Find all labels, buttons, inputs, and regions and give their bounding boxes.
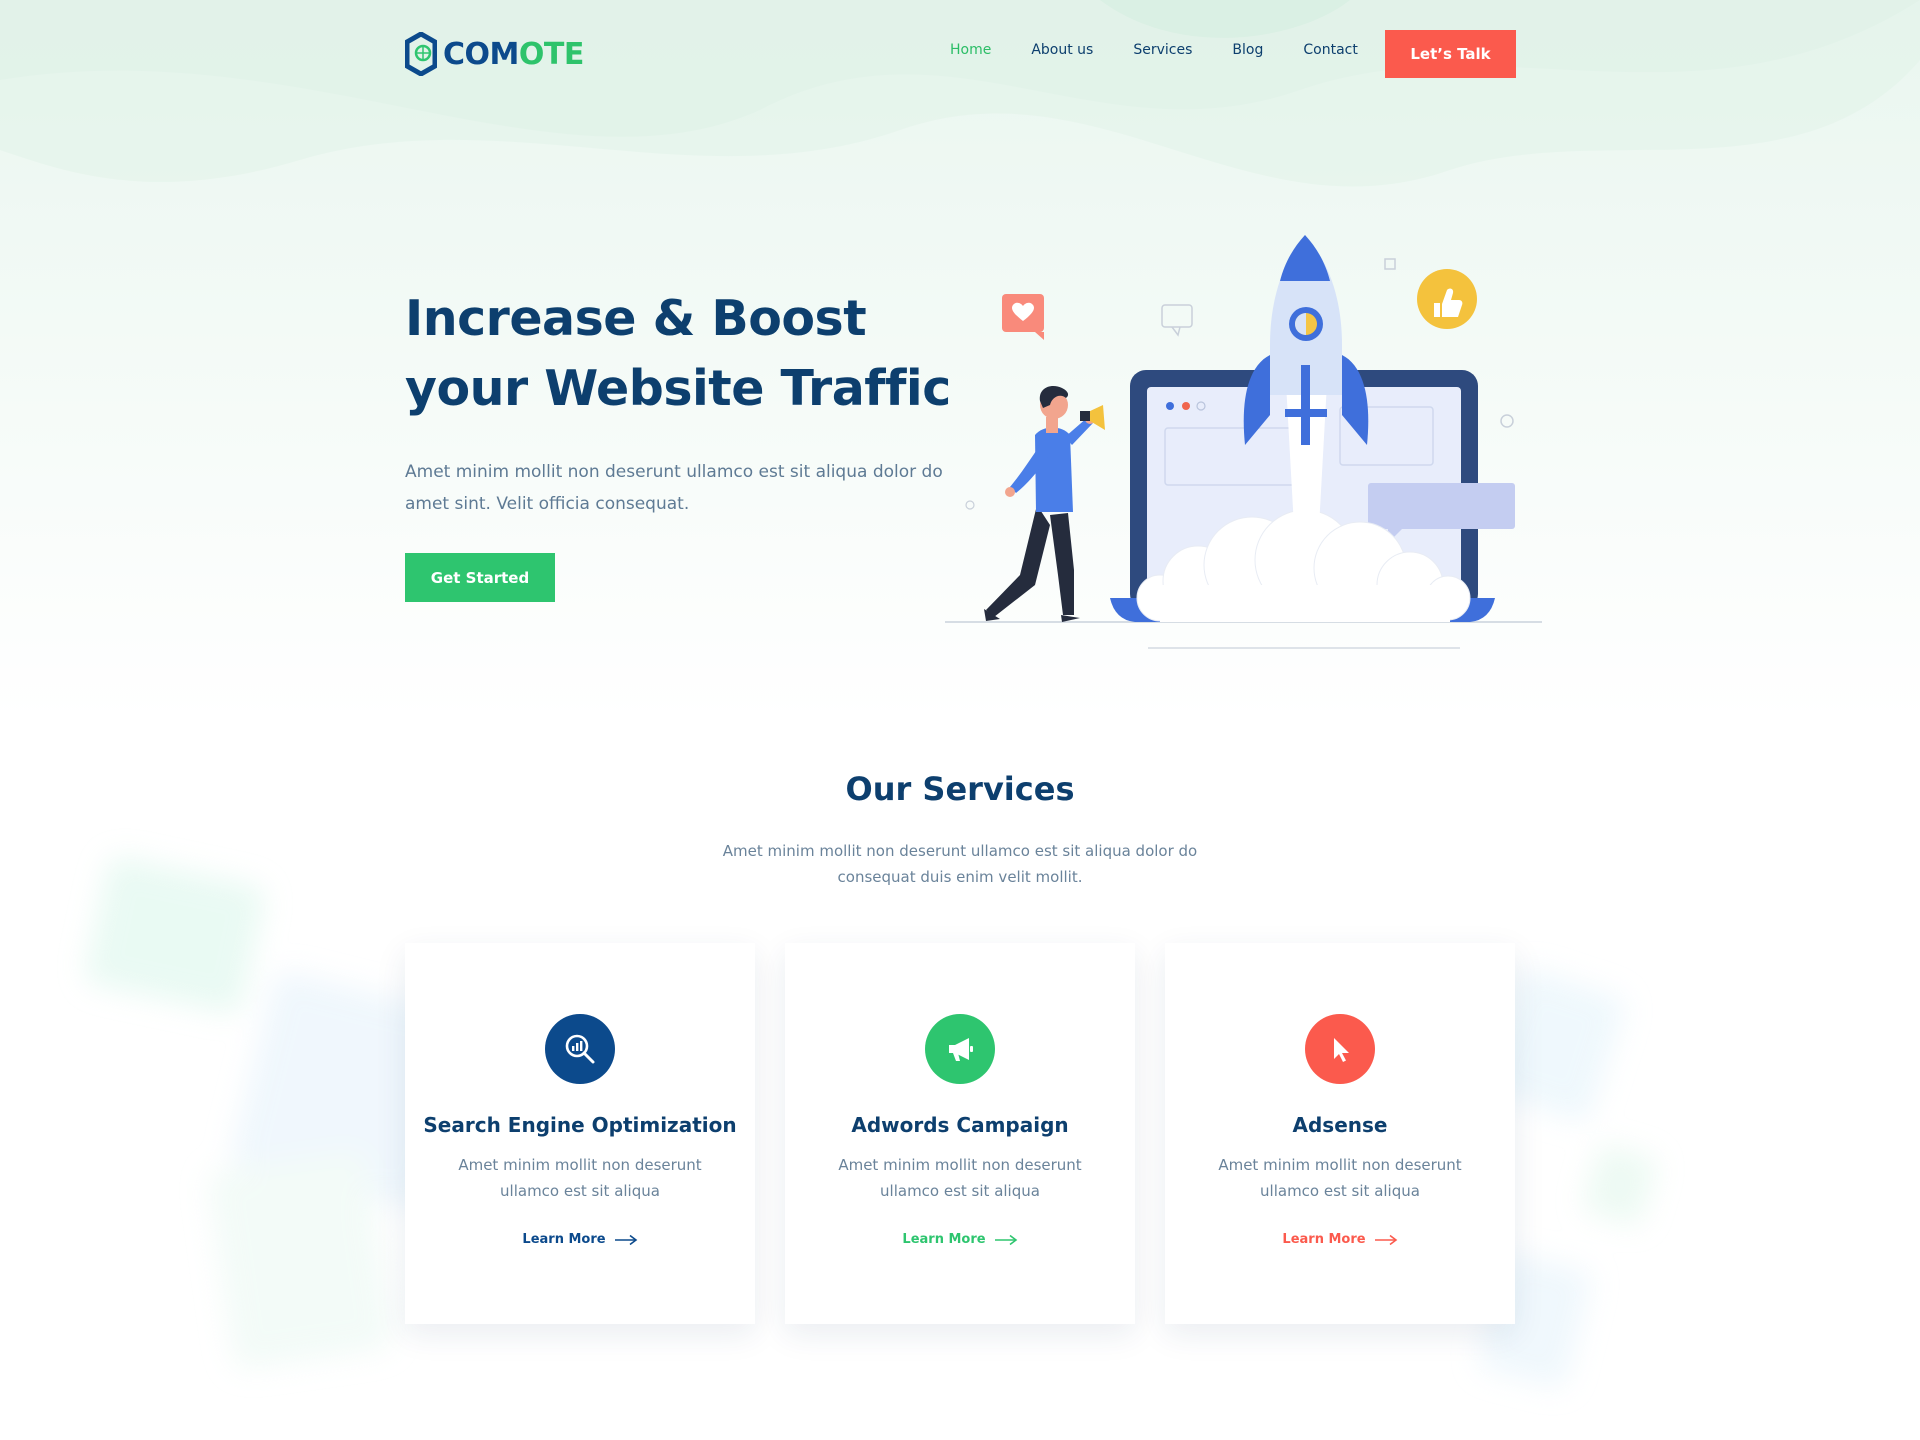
learn-more-link[interactable]: Learn More bbox=[1165, 1232, 1515, 1247]
card-desc-line1: Amet minim mollit non deserunt bbox=[458, 1156, 702, 1174]
arrow-right-icon bbox=[994, 1234, 1017, 1245]
hero-title: Increase & Boost your Website Traffic bbox=[405, 284, 965, 424]
hero-desc-line1: Amet minim mollit non deserunt ullamco e… bbox=[405, 462, 943, 482]
learn-more-link[interactable]: Learn More bbox=[785, 1232, 1135, 1247]
card-title: Adsense bbox=[1292, 1113, 1388, 1137]
hero-description: Amet minim mollit non deserunt ullamco e… bbox=[405, 456, 945, 520]
hero-title-line1: Increase & Boost bbox=[405, 290, 867, 347]
hero-title-line2: your Website Traffic bbox=[405, 360, 951, 417]
card-title: Search Engine Optimization bbox=[423, 1113, 737, 1137]
service-card-seo: Search Engine Optimization Amet minim mo… bbox=[405, 943, 755, 1324]
nav-home[interactable]: Home bbox=[950, 42, 991, 58]
megaphone-icon bbox=[925, 1014, 995, 1084]
services-desc-line1: Amet minim mollit non deserunt ullamco e… bbox=[722, 842, 1198, 860]
card-title: Adwords Campaign bbox=[851, 1113, 1069, 1137]
learn-more-label: Learn More bbox=[522, 1232, 606, 1247]
card-description: Amet minim mollit non deserunt ullamco e… bbox=[1195, 1152, 1485, 1204]
learn-more-link[interactable]: Learn More bbox=[405, 1232, 755, 1247]
services-desc-line2: consequat duis enim velit mollit. bbox=[837, 868, 1083, 886]
card-desc-line1: Amet minim mollit non deserunt bbox=[838, 1156, 1082, 1174]
logo-text-primary: COM bbox=[443, 36, 519, 72]
lets-talk-button[interactable]: Let’s Talk bbox=[1385, 30, 1516, 78]
service-card-adsense: Adsense Amet minim mollit non deserunt u… bbox=[1165, 943, 1515, 1324]
seo-search-icon bbox=[545, 1014, 615, 1084]
nav-about-us[interactable]: About us bbox=[1031, 42, 1093, 58]
arrow-right-icon bbox=[1374, 1234, 1397, 1245]
learn-more-label: Learn More bbox=[1282, 1232, 1366, 1247]
card-description: Amet minim mollit non deserunt ullamco e… bbox=[815, 1152, 1105, 1204]
nav-blog[interactable]: Blog bbox=[1232, 42, 1263, 58]
nav-services[interactable]: Services bbox=[1133, 42, 1192, 58]
services-description: Amet minim mollit non deserunt ullamco e… bbox=[660, 838, 1260, 890]
hero-desc-line2: amet sint. Velit officia consequat. bbox=[405, 494, 690, 514]
logo-text-secondary: OTE bbox=[518, 36, 584, 72]
main-nav: Home About us Services Blog Contact bbox=[950, 42, 1358, 58]
card-desc-line2: ullamco est sit aliqua bbox=[500, 1182, 660, 1200]
logo[interactable]: COMOTE bbox=[405, 32, 584, 76]
logo-hexagon-icon bbox=[405, 32, 437, 76]
rocket-launch-illustration bbox=[945, 235, 1542, 649]
learn-more-label: Learn More bbox=[902, 1232, 986, 1247]
card-description: Amet minim mollit non deserunt ullamco e… bbox=[435, 1152, 725, 1204]
arrow-right-icon bbox=[614, 1234, 637, 1245]
service-card-adwords: Adwords Campaign Amet minim mollit non d… bbox=[785, 943, 1135, 1324]
logo-text: COMOTE bbox=[443, 37, 584, 72]
cursor-icon bbox=[1305, 1014, 1375, 1084]
card-desc-line1: Amet minim mollit non deserunt bbox=[1218, 1156, 1462, 1174]
services-title: Our Services bbox=[845, 770, 1075, 808]
card-desc-line2: ullamco est sit aliqua bbox=[880, 1182, 1040, 1200]
nav-contact[interactable]: Contact bbox=[1303, 42, 1357, 58]
card-desc-line2: ullamco est sit aliqua bbox=[1260, 1182, 1420, 1200]
get-started-button[interactable]: Get Started bbox=[405, 553, 555, 602]
